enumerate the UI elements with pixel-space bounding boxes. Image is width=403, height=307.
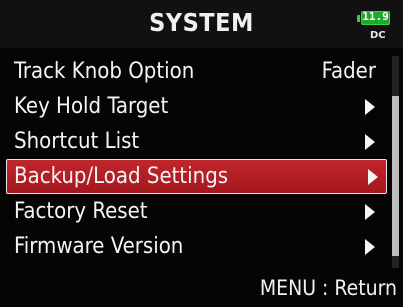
device-screen: SYSTEM 11.9 DC Track Knob Option Fader K… bbox=[0, 0, 403, 307]
chevron-right-icon bbox=[365, 238, 375, 255]
menu-item-label: Track Knob Option bbox=[14, 59, 195, 84]
menu-item-label: Key Hold Target bbox=[14, 94, 169, 119]
menu-item-track-knob-option[interactable]: Track Knob Option Fader bbox=[0, 54, 390, 89]
chevron-right-icon bbox=[365, 203, 375, 220]
menu-item-backup-load-settings[interactable]: Backup/Load Settings bbox=[6, 159, 387, 194]
menu-item-key-hold-target[interactable]: Key Hold Target bbox=[0, 89, 390, 124]
menu-item-label: Shortcut List bbox=[14, 129, 140, 154]
battery-level: 11.9 bbox=[362, 10, 389, 23]
screen-title: SYSTEM bbox=[149, 8, 254, 37]
chevron-right-icon bbox=[365, 133, 375, 150]
menu-item-label: Backup/Load Settings bbox=[14, 164, 229, 189]
chevron-right-icon bbox=[368, 168, 378, 185]
footer-hint: MENU : Return bbox=[259, 276, 397, 300]
battery-body: 11.9 bbox=[361, 10, 390, 25]
power-source-label: DC bbox=[370, 30, 386, 41]
menu-list: Track Knob Option Fader Key Hold Target … bbox=[0, 54, 390, 264]
menu-item-label: Factory Reset bbox=[14, 199, 148, 224]
header-bar: SYSTEM 11.9 DC bbox=[0, 0, 403, 48]
battery-icon: 11.9 bbox=[357, 10, 390, 26]
chevron-right-icon bbox=[365, 98, 375, 115]
menu-item-label: Firmware Version bbox=[14, 234, 184, 259]
menu-item-shortcut-list[interactable]: Shortcut List bbox=[0, 124, 390, 159]
scrollbar-track[interactable] bbox=[392, 56, 399, 268]
scrollbar-thumb[interactable] bbox=[392, 96, 399, 256]
battery-cap bbox=[357, 14, 360, 22]
menu-item-factory-reset[interactable]: Factory Reset bbox=[0, 194, 390, 229]
menu-item-firmware-version[interactable]: Firmware Version bbox=[0, 229, 390, 264]
menu-item-value: Fader bbox=[321, 59, 376, 84]
